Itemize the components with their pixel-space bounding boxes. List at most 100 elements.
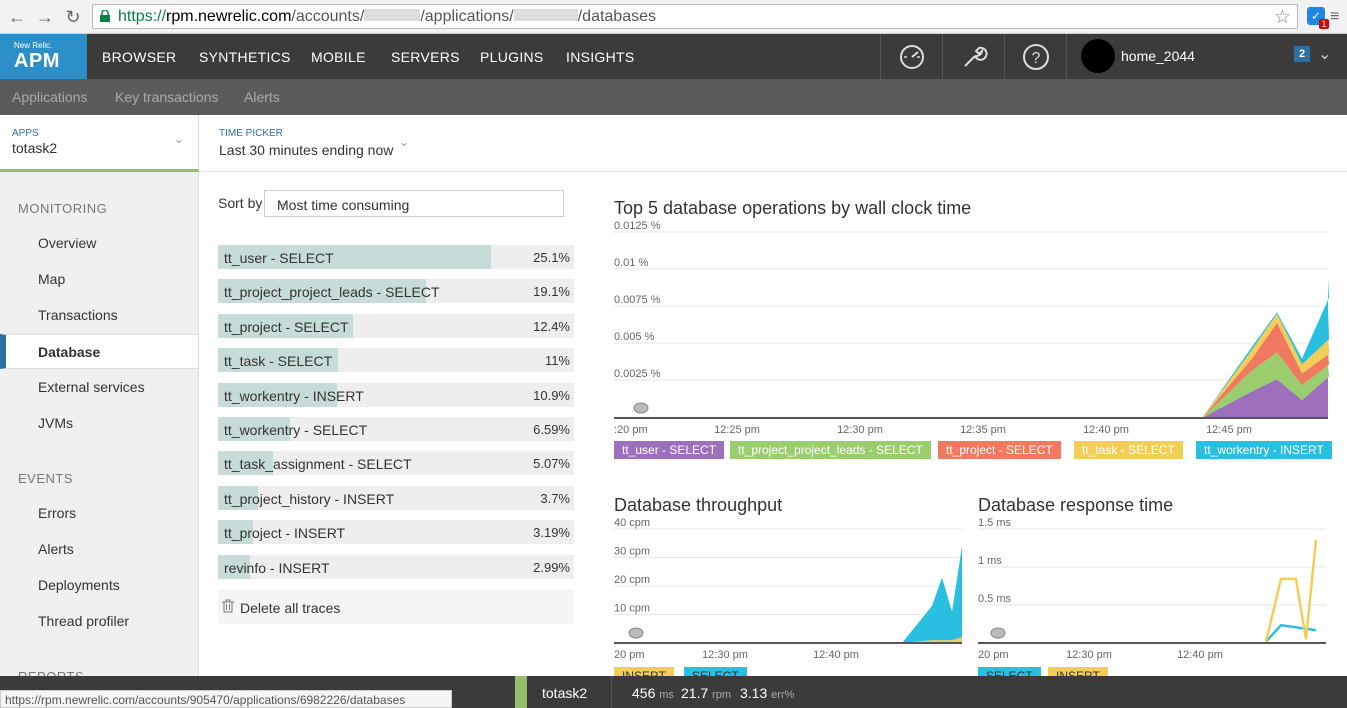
wrench-icon xyxy=(964,46,988,67)
status-error-rate: 3.13 err% xyxy=(740,685,795,701)
chart-title-response-time: Database response time xyxy=(978,495,1174,515)
nav-insights[interactable]: INSIGHTS xyxy=(566,49,635,65)
apm-logo[interactable]: New Relic. APM xyxy=(0,34,87,79)
divider xyxy=(611,676,612,708)
operation-row[interactable]: tt_workentry - SELECT 6.59% xyxy=(218,417,574,441)
reload-icon[interactable]: ↻ xyxy=(62,6,84,28)
delete-all-traces-button[interactable]: Delete all traces xyxy=(218,589,574,624)
avatar xyxy=(1081,39,1115,73)
browser-toolbar: ← → ↻ https://rpm.newrelic.com/accounts/… xyxy=(0,0,1347,34)
operation-percent: 3.19% xyxy=(533,525,570,541)
legend-item[interactable]: tt_task - SELECT xyxy=(1074,441,1183,459)
x-tick-label: 20 pm xyxy=(614,649,645,661)
top5-ops-chart[interactable]: 0.0125 % 0.01 % 0.0075 % 0.005 % 0.0025 %:20… xyxy=(612,220,1330,438)
operation-percent: 3.7% xyxy=(540,490,570,506)
status-response-time: 456 ms xyxy=(632,685,674,701)
nav-mobile[interactable]: MOBILE xyxy=(311,49,366,65)
sidebar-item-thread-profiler[interactable]: Thread profiler xyxy=(0,604,198,639)
y-tick-label: 0.5 ms xyxy=(978,593,1012,605)
operation-row[interactable]: tt_task - SELECT 11% xyxy=(218,348,574,373)
sidebar-item-transactions[interactable]: Transactions xyxy=(0,298,198,333)
gauge-icon xyxy=(900,45,924,69)
operation-row[interactable]: revinfo - INSERT 2.99% xyxy=(218,554,574,579)
time-slider-handle[interactable] xyxy=(633,402,649,414)
operation-row[interactable]: tt_task_assignment - SELECT 5.07% xyxy=(218,451,574,476)
nav-synthetics[interactable]: SYNTHETICS xyxy=(199,49,291,65)
nav-servers[interactable]: SERVERS xyxy=(391,49,460,65)
chevron-down-icon: ⌄ xyxy=(277,195,288,209)
sort-select[interactable]: Most time consuming ⌄ xyxy=(264,190,564,217)
chevron-down-icon[interactable]: ⌄ xyxy=(1318,44,1331,64)
tools-button[interactable] xyxy=(942,34,1004,79)
y-tick-label: 0.0125 % xyxy=(614,220,661,232)
operation-name: tt_project - SELECT xyxy=(224,318,349,335)
sidebar-item-errors[interactable]: Errors xyxy=(0,496,198,531)
operation-row[interactable]: tt_project - SELECT 12.4% xyxy=(218,313,574,338)
svg-text:?: ? xyxy=(1032,50,1041,67)
sidebar-item-alerts[interactable]: Alerts xyxy=(0,532,198,567)
operation-name: tt_task - SELECT xyxy=(224,353,333,370)
app-selector[interactable]: APPS totask2 ⌄ xyxy=(0,115,199,172)
x-tick-label: 12:30 pm xyxy=(702,649,748,661)
y-tick-label: 20 cpm xyxy=(614,574,650,586)
subnav-applications[interactable]: Applications xyxy=(12,89,88,105)
selected-app: totask2 xyxy=(12,140,58,156)
x-tick-label: 12:35 pm xyxy=(960,424,1006,436)
extension-icon[interactable]: ✓ 1 xyxy=(1307,7,1329,29)
sidebar-item-external-services[interactable]: External services xyxy=(0,370,198,405)
x-tick-label: 12:40 pm xyxy=(813,649,859,661)
dashboard-gauge-button[interactable] xyxy=(880,34,942,79)
response-time-chart[interactable]: 1.5 ms 1 ms 0.5 ms 20 pm 12:30 pm 12:40 pm xyxy=(976,518,1328,678)
bookmark-star-icon[interactable]: ☆ xyxy=(1274,6,1291,29)
throughput-chart[interactable]: 40 cpm 30 cpm 20 cpm 10 cpm 20 pm 12:30 pm 12:… xyxy=(612,518,964,678)
nav-browser[interactable]: BROWSER xyxy=(102,49,176,65)
legend-item[interactable]: tt_workentry - INSERT xyxy=(1196,441,1332,459)
browser-menu-icon[interactable]: ≡ xyxy=(1330,8,1339,26)
user-menu[interactable]: home_2044 2 ⌄ xyxy=(1066,34,1347,79)
sub-navigation: Applications Key transactions Alerts xyxy=(0,79,1347,115)
y-tick-label: 40 cpm xyxy=(614,518,650,529)
x-tick-label: 20 pm xyxy=(978,649,1009,661)
y-tick-label: 30 cpm xyxy=(614,546,650,558)
legend-item[interactable]: tt_project_project_leads - SELECT xyxy=(730,441,931,459)
operation-row[interactable]: tt_user - SELECT 25.1% xyxy=(218,245,574,269)
back-icon[interactable]: ← xyxy=(6,6,28,28)
sidebar-item-deployments[interactable]: Deployments xyxy=(0,568,198,603)
sidebar-item-database[interactable]: Database xyxy=(0,334,198,369)
series-area xyxy=(902,546,962,643)
y-tick-label: 0.0075 % xyxy=(614,294,661,306)
help-button[interactable]: ? xyxy=(1004,34,1066,79)
chevron-down-icon: ⌄ xyxy=(174,132,185,146)
sidebar-item-overview[interactable]: Overview xyxy=(0,226,198,261)
time-picker[interactable]: TIME PICKER Last 30 minutes ending now ⌄ xyxy=(199,115,1347,172)
operation-name: tt_task_assignment - SELECT xyxy=(224,456,412,473)
sidebar-item-map[interactable]: Map xyxy=(0,262,198,297)
top-navigation: New Relic. APM BROWSER SYNTHETICS MOBILE… xyxy=(0,34,1347,79)
address-bar[interactable]: https://rpm.newrelic.com/accounts//appli… xyxy=(92,4,1298,29)
legend-item[interactable]: tt_project - SELECT xyxy=(938,441,1061,459)
operation-row[interactable]: tt_project - INSERT 3.19% xyxy=(218,520,574,545)
sidebar-item-jvms[interactable]: JVMs xyxy=(0,406,198,441)
operation-percent: 25.1% xyxy=(533,250,570,265)
subnav-alerts[interactable]: Alerts xyxy=(244,89,280,105)
x-tick-label: 12:30 pm xyxy=(1066,649,1112,661)
status-app-name[interactable]: totask2 xyxy=(542,685,587,701)
legend-item[interactable]: tt_user - SELECT xyxy=(614,441,725,459)
username: home_2044 xyxy=(1121,48,1195,64)
operation-row[interactable]: tt_workentry - INSERT 10.9% xyxy=(218,382,574,407)
subnav-key-transactions[interactable]: Key transactions xyxy=(115,89,219,105)
time-slider-handle[interactable] xyxy=(990,627,1006,639)
operation-row[interactable]: tt_project_history - INSERT 3.7% xyxy=(218,485,574,510)
y-tick-label: 0.01 % xyxy=(614,257,648,269)
notification-badge[interactable]: 2 xyxy=(1294,46,1310,62)
operation-name: tt_user - SELECT xyxy=(224,250,334,266)
time-slider-handle[interactable] xyxy=(628,627,644,639)
nav-plugins[interactable]: PLUGINS xyxy=(480,49,544,65)
operation-row[interactable]: tt_project_project_leads - SELECT 19.1% xyxy=(218,279,574,304)
x-tick-label: 12:30 pm xyxy=(837,424,883,436)
operation-name: tt_project_history - INSERT xyxy=(224,490,395,507)
section-events: EVENTS xyxy=(18,471,74,486)
operation-name: tt_workentry - INSERT xyxy=(224,387,364,404)
forward-icon[interactable]: → xyxy=(34,6,56,28)
operation-name: tt_workentry - SELECT xyxy=(224,422,368,438)
